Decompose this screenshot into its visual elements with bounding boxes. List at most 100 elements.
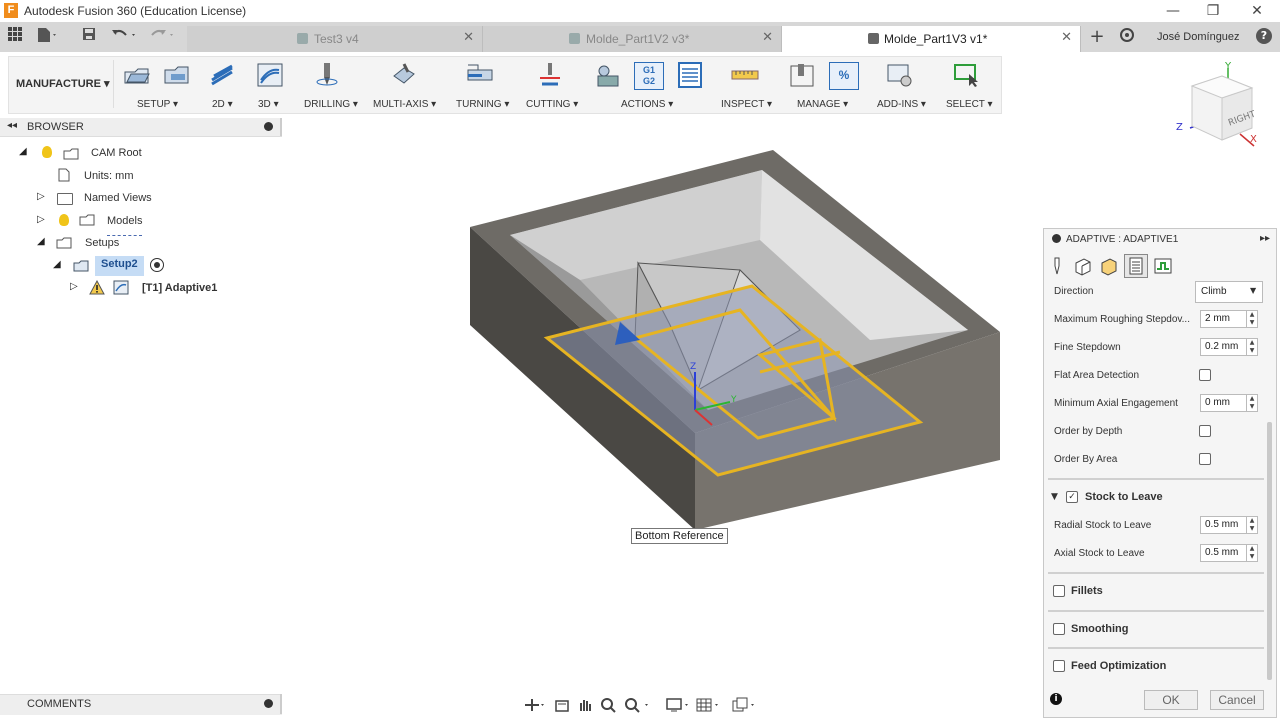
cutting-icon[interactable] xyxy=(536,62,564,88)
tree-item-cam-root[interactable]: CAM Root xyxy=(91,147,142,167)
close-window-button[interactable]: ✕ xyxy=(1242,1,1272,21)
tab-geometry[interactable] xyxy=(1071,254,1095,278)
tab-molde-part1v2[interactable]: Molde_Part1V2 v3* ✕ xyxy=(483,26,782,52)
manage-menu[interactable]: MANAGE ▾ xyxy=(797,99,848,110)
tab-molde-part1v3[interactable]: Molde_Part1V3 v1* ✕ xyxy=(782,26,1081,52)
fine-stepdown-input[interactable]: 0.2 mm xyxy=(1200,338,1250,356)
active-setup-icon[interactable] xyxy=(150,258,164,272)
setup-sheet-icon[interactable] xyxy=(676,62,704,88)
file-menu-icon[interactable] xyxy=(36,27,58,47)
visibility-bulb-icon[interactable] xyxy=(59,214,69,226)
expand-setups-icon[interactable]: ◢ xyxy=(37,236,45,247)
expand-adaptive1-icon[interactable]: ▷ xyxy=(70,281,78,292)
tab-linking[interactable] xyxy=(1151,254,1175,278)
fine-stepdown-stepper[interactable]: ▲ ▼ xyxy=(1246,338,1258,356)
multi-axis-menu[interactable]: MULTI-AXIS ▾ xyxy=(373,99,436,110)
browser-toggle-icon[interactable] xyxy=(264,122,273,131)
tree-item-named-views[interactable]: Named Views xyxy=(84,192,152,212)
flat-area-checkbox[interactable] xyxy=(1199,369,1211,381)
tree-item-units[interactable]: Units: mm xyxy=(84,170,134,190)
direction-select[interactable]: Climb ▼ xyxy=(1195,281,1263,303)
stock-to-leave-checkbox[interactable]: ✓ xyxy=(1066,491,1078,503)
setup-folder-icon[interactable] xyxy=(163,62,191,88)
multi-axis-icon[interactable] xyxy=(390,62,418,88)
order-depth-checkbox[interactable] xyxy=(1199,425,1211,437)
comments-resize-handle[interactable] xyxy=(280,694,282,714)
tab-test3[interactable]: Test3 v4 ✕ xyxy=(187,26,483,52)
help-icon[interactable]: ? xyxy=(1256,28,1272,44)
expand-panel-icon[interactable]: ▸▸ xyxy=(1260,233,1270,244)
tree-item-setup2[interactable]: Setup2 xyxy=(95,256,144,276)
save-icon[interactable] xyxy=(78,27,100,47)
turning-menu[interactable]: TURNING ▾ xyxy=(456,99,509,110)
undo-icon[interactable] xyxy=(110,27,135,47)
restore-button[interactable]: ❐ xyxy=(1198,1,1228,21)
tree-item-adaptive1[interactable]: [T1] Adaptive1 xyxy=(142,282,217,302)
zoom-icon[interactable] xyxy=(600,697,618,716)
tab-heights[interactable] xyxy=(1097,254,1121,278)
cutting-menu[interactable]: CUTTING ▾ xyxy=(526,99,578,110)
drilling-icon[interactable] xyxy=(313,62,341,88)
close-tab-icon[interactable]: ✕ xyxy=(1061,30,1072,45)
workspace-selector[interactable]: MANUFACTURE ▾ xyxy=(16,77,110,90)
expand-setup2-icon[interactable]: ◢ xyxy=(53,259,61,270)
order-area-checkbox[interactable] xyxy=(1199,453,1211,465)
add-comment-icon[interactable] xyxy=(264,699,273,708)
min-axial-input[interactable]: 0 mm xyxy=(1200,394,1250,412)
user-name[interactable]: José Domínguez xyxy=(1157,31,1240,43)
radial-stock-stepper[interactable]: ▲ ▼ xyxy=(1246,516,1258,534)
view-cube[interactable]: Y Z X RIGHT xyxy=(1170,61,1270,157)
grid-menu-icon[interactable] xyxy=(4,27,26,47)
info-icon[interactable]: i xyxy=(1050,693,1062,705)
redo-icon[interactable] xyxy=(148,27,173,47)
2d-menu[interactable]: 2D ▾ xyxy=(212,99,233,110)
panel-collapse-icon[interactable] xyxy=(1052,234,1061,243)
tool-library-icon[interactable] xyxy=(788,62,816,88)
collapse-browser-icon[interactable]: ◂◂ xyxy=(7,120,17,131)
close-tab-icon[interactable]: ✕ xyxy=(463,30,474,45)
3d-menu[interactable]: 3D ▾ xyxy=(258,99,279,110)
actions-menu[interactable]: ACTIONS ▾ xyxy=(621,99,673,110)
look-at-icon[interactable] xyxy=(554,697,570,716)
tree-item-setups[interactable]: Setups xyxy=(85,237,119,257)
new-setup-icon[interactable] xyxy=(123,62,151,88)
visibility-bulb-icon[interactable] xyxy=(42,146,52,158)
expand-models-icon[interactable]: ▷ xyxy=(37,214,45,225)
orbit-icon[interactable] xyxy=(523,697,545,716)
post-library-icon[interactable]: % xyxy=(829,62,859,90)
new-tab-icon[interactable]: + xyxy=(1086,27,1108,47)
drilling-menu[interactable]: DRILLING ▾ xyxy=(304,99,358,110)
ok-button[interactable]: OK xyxy=(1144,690,1198,710)
zoom-window-icon[interactable] xyxy=(624,697,652,716)
viewports-icon[interactable] xyxy=(731,697,759,716)
measure-icon[interactable] xyxy=(731,62,759,88)
fillets-checkbox[interactable] xyxy=(1053,585,1065,597)
pan-hand-icon[interactable] xyxy=(577,697,593,716)
min-axial-stepper[interactable]: ▲ ▼ xyxy=(1246,394,1258,412)
scripts-addins-icon[interactable] xyxy=(886,62,914,88)
smoothing-checkbox[interactable] xyxy=(1053,623,1065,635)
tab-tool[interactable] xyxy=(1045,254,1069,278)
tree-item-models[interactable]: Models xyxy=(107,215,143,236)
close-tab-icon[interactable]: ✕ xyxy=(762,30,773,45)
2d-pocket-icon[interactable] xyxy=(209,62,237,88)
browser-resize-handle[interactable] xyxy=(280,118,282,136)
display-settings-icon[interactable] xyxy=(665,697,693,716)
expand-named-views-icon[interactable]: ▷ xyxy=(37,191,45,202)
panel-scrollbar[interactable] xyxy=(1267,422,1272,680)
collapse-section-icon[interactable]: ▼ xyxy=(1051,492,1058,502)
max-stepdown-stepper[interactable]: ▲ ▼ xyxy=(1246,310,1258,328)
cancel-button[interactable]: Cancel xyxy=(1210,690,1264,710)
radial-stock-input[interactable]: 0.5 mm xyxy=(1200,516,1250,534)
expand-cam-root-icon[interactable]: ◢ xyxy=(19,146,27,157)
add-ins-menu[interactable]: ADD-INS ▾ xyxy=(877,99,926,110)
axial-stock-stepper[interactable]: ▲ ▼ xyxy=(1246,544,1258,562)
setup-menu[interactable]: SETUP ▾ xyxy=(137,99,178,110)
grid-settings-icon[interactable] xyxy=(695,697,723,716)
axial-stock-input[interactable]: 0.5 mm xyxy=(1200,544,1250,562)
inspect-menu[interactable]: INSPECT ▾ xyxy=(721,99,772,110)
select-menu[interactable]: SELECT ▾ xyxy=(946,99,993,110)
simulate-icon[interactable] xyxy=(594,62,622,88)
3d-adaptive-icon[interactable] xyxy=(256,62,284,88)
job-status-icon[interactable] xyxy=(1116,27,1138,47)
